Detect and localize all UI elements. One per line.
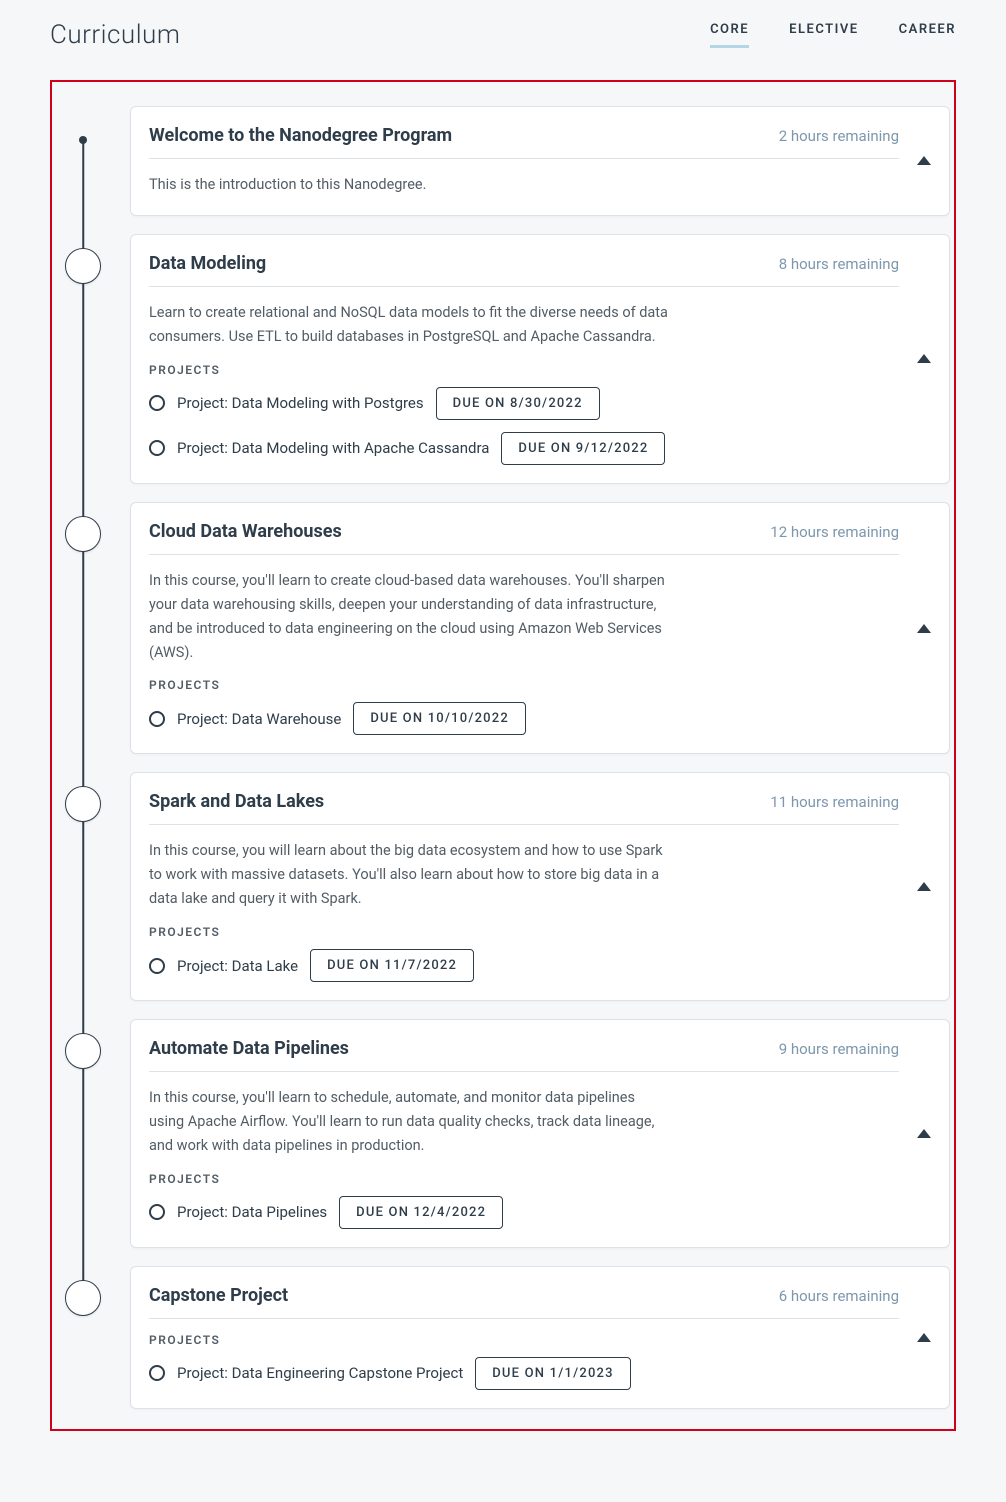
project-name: Project: Data Pipelines: [177, 1203, 327, 1221]
project-row[interactable]: Project: Data Engineering Capstone Proje…: [149, 1357, 899, 1390]
timeline-node-icon: [65, 516, 101, 552]
course-card: Automate Data Pipelines 9 hours remaining…: [130, 1019, 950, 1248]
collapse-toggle[interactable]: [899, 1020, 949, 1247]
project-name: Project: Data Modeling with Postgres: [177, 394, 424, 412]
course-description: This is the introduction to this Nanodeg…: [149, 173, 669, 197]
collapse-toggle[interactable]: [899, 107, 949, 215]
projects-label: PROJECTS: [149, 1172, 899, 1186]
project-due-badge: DUE ON 12/4/2022: [339, 1196, 503, 1229]
timeline-node-icon: [65, 248, 101, 284]
course-card: Data Modeling 8 hours remaining Learn to c…: [130, 234, 950, 484]
project-row[interactable]: Project: Data Pipelines DUE ON 12/4/2022: [149, 1196, 899, 1229]
course-list: Welcome to the Nanodegree Program 2 hours…: [130, 106, 950, 1409]
project-status-icon: [149, 958, 165, 974]
timeline-node-icon: [65, 786, 101, 822]
tabs: CORE ELECTIVE CAREER: [710, 22, 956, 48]
projects-label: PROJECTS: [149, 1333, 899, 1347]
caret-up-icon: [917, 624, 931, 633]
collapse-toggle[interactable]: [899, 503, 949, 754]
caret-up-icon: [917, 1333, 931, 1342]
timeline-node-icon: [65, 1033, 101, 1069]
collapse-toggle[interactable]: [899, 773, 949, 1000]
course-card: Welcome to the Nanodegree Program 2 hours…: [130, 106, 950, 216]
course-title: Welcome to the Nanodegree Program: [149, 125, 452, 146]
course-description: In this course, you'll learn to schedule…: [149, 1086, 669, 1158]
projects-label: PROJECTS: [149, 363, 899, 377]
projects-label: PROJECTS: [149, 678, 899, 692]
project-name: Project: Data Modeling with Apache Cassa…: [177, 439, 489, 457]
course-remaining: 6 hours remaining: [779, 1287, 899, 1305]
highlighted-region: Welcome to the Nanodegree Program 2 hours…: [50, 80, 956, 1431]
course-card: Capstone Project 6 hours remaining PROJECT…: [130, 1266, 950, 1409]
project-name: Project: Data Lake: [177, 957, 298, 975]
timeline-node-icon: [65, 1280, 101, 1316]
timeline-line: [82, 140, 84, 1298]
project-status-icon: [149, 440, 165, 456]
project-due-badge: DUE ON 9/12/2022: [501, 432, 665, 465]
project-status-icon: [149, 395, 165, 411]
course-description: In this course, you'll learn to create c…: [149, 569, 669, 665]
collapse-toggle[interactable]: [899, 1267, 949, 1408]
course-title: Cloud Data Warehouses: [149, 521, 342, 542]
project-row[interactable]: Project: Data Warehouse DUE ON 10/10/2022: [149, 702, 899, 735]
projects-label: PROJECTS: [149, 925, 899, 939]
timeline: [56, 106, 110, 1409]
project-name: Project: Data Warehouse: [177, 710, 341, 728]
project-row[interactable]: Project: Data Modeling with Apache Cassa…: [149, 432, 899, 465]
project-row[interactable]: Project: Data Lake DUE ON 11/7/2022: [149, 949, 899, 982]
course-remaining: 8 hours remaining: [779, 255, 899, 273]
course-title: Spark and Data Lakes: [149, 791, 324, 812]
tab-elective[interactable]: ELECTIVE: [789, 22, 859, 48]
course-remaining: 9 hours remaining: [779, 1040, 899, 1058]
tab-career[interactable]: CAREER: [899, 22, 956, 48]
caret-up-icon: [917, 1129, 931, 1138]
project-name: Project: Data Engineering Capstone Proje…: [177, 1364, 463, 1382]
project-due-badge: DUE ON 1/1/2023: [475, 1357, 630, 1390]
caret-up-icon: [917, 156, 931, 165]
project-status-icon: [149, 711, 165, 727]
course-remaining: 11 hours remaining: [770, 793, 899, 811]
course-description: Learn to create relational and NoSQL dat…: [149, 301, 669, 349]
project-due-badge: DUE ON 8/30/2022: [436, 387, 600, 420]
page-title: Curriculum: [50, 20, 180, 50]
course-title: Data Modeling: [149, 253, 266, 274]
caret-up-icon: [917, 882, 931, 891]
caret-up-icon: [917, 354, 931, 363]
project-due-badge: DUE ON 10/10/2022: [353, 702, 526, 735]
tab-core[interactable]: CORE: [710, 22, 749, 48]
course-title: Automate Data Pipelines: [149, 1038, 349, 1059]
project-status-icon: [149, 1365, 165, 1381]
course-description: In this course, you will learn about the…: [149, 839, 669, 911]
collapse-toggle[interactable]: [899, 235, 949, 483]
course-remaining: 2 hours remaining: [779, 127, 899, 145]
project-row[interactable]: Project: Data Modeling with Postgres DUE …: [149, 387, 899, 420]
course-remaining: 12 hours remaining: [770, 523, 899, 541]
course-card: Spark and Data Lakes 11 hours remaining In…: [130, 772, 950, 1001]
project-status-icon: [149, 1204, 165, 1220]
project-due-badge: DUE ON 11/7/2022: [310, 949, 474, 982]
course-title: Capstone Project: [149, 1285, 288, 1306]
timeline-dot-icon: [79, 136, 87, 144]
course-card: Cloud Data Warehouses 12 hours remaining I…: [130, 502, 950, 755]
